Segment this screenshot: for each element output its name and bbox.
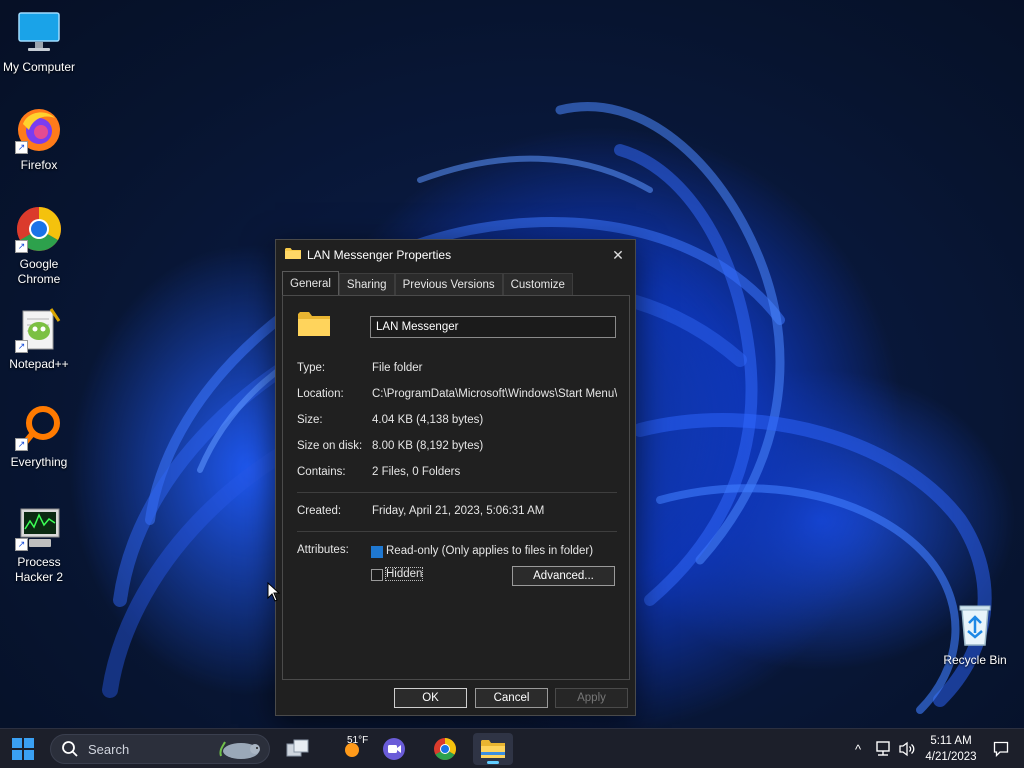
created-value: Friday, April 21, 2023, 5:06:31 AM xyxy=(372,505,545,517)
desktop-icon-label: Google Chrome xyxy=(17,257,61,286)
file-explorer-icon xyxy=(481,740,505,758)
readonly-checkbox[interactable] xyxy=(371,546,383,558)
network-icon xyxy=(876,741,890,756)
dialog-title-bar[interactable]: LAN Messenger Properties xyxy=(276,240,635,270)
general-tab-panel: Type: File folder Location: C:\ProgramData… xyxy=(282,295,630,680)
desktop-icon-google-chrome[interactable]: ↗ Google Chrome xyxy=(0,205,78,287)
desktop-icon-label: Process Hacker 2 xyxy=(14,555,64,584)
separator xyxy=(297,531,617,532)
monitor-icon xyxy=(15,8,63,56)
windows-logo-icon xyxy=(12,738,34,760)
desktop-icon-process-hacker[interactable]: ↗ Process Hacker 2 xyxy=(0,503,78,585)
desktop-icon-label: Firefox xyxy=(20,158,58,172)
tab-general[interactable]: General xyxy=(282,271,339,295)
taskbar-search[interactable]: Search xyxy=(50,734,270,764)
notepadpp-icon: ↗ xyxy=(15,305,63,353)
contains-value: 2 Files, 0 Folders xyxy=(372,466,461,478)
desktop-icon-everything[interactable]: ↗ Everything xyxy=(0,403,78,470)
hidden-checkbox[interactable] xyxy=(371,569,383,581)
size-value: 4.04 KB (4,138 bytes) xyxy=(372,414,484,426)
notifications-button[interactable] xyxy=(990,729,1012,768)
clock-date: 4/21/2023 xyxy=(925,751,977,763)
properties-dialog: LAN Messenger Properties ✕ General Shari… xyxy=(275,239,636,716)
speaker-icon xyxy=(899,741,915,757)
firefox-icon: ↗ xyxy=(15,106,63,154)
taskbar-chrome[interactable] xyxy=(425,733,465,765)
chrome-icon xyxy=(434,738,456,760)
volume-button[interactable] xyxy=(896,729,918,768)
shortcut-arrow-icon: ↗ xyxy=(15,141,28,154)
chrome-icon: ↗ xyxy=(15,205,63,253)
task-view-button[interactable] xyxy=(278,733,318,765)
size-on-disk-row: Size on disk: 8.00 KB (8,192 bytes) xyxy=(297,440,617,452)
clock-time: 5:11 AM xyxy=(930,735,972,747)
apply-button[interactable]: Apply xyxy=(555,688,628,708)
folder-icon xyxy=(285,247,301,263)
created-label: Created: xyxy=(297,505,342,517)
everything-search-icon: ↗ xyxy=(15,403,63,451)
type-row: Type: File folder xyxy=(297,362,617,374)
size-on-disk-label: Size on disk: xyxy=(297,440,363,452)
dialog-title: LAN Messenger Properties xyxy=(307,248,452,262)
type-label: Type: xyxy=(297,362,326,374)
contains-label: Contains: xyxy=(297,466,346,478)
start-button[interactable] xyxy=(3,733,43,765)
mouse-cursor-icon xyxy=(267,582,281,602)
shortcut-arrow-icon: ↗ xyxy=(15,438,28,451)
attributes-row: Attributes: xyxy=(297,544,372,556)
size-row: Size: 4.04 KB (4,138 bytes) xyxy=(297,414,617,426)
desktop-icon-label: Notepad++ xyxy=(9,357,69,371)
ok-button[interactable]: OK xyxy=(394,688,467,708)
desktop-icon-label: Everything xyxy=(10,455,68,469)
desktop-icon-notepadpp[interactable]: ↗ Notepad++ xyxy=(0,305,78,372)
recycle-bin-icon xyxy=(951,601,999,649)
readonly-label[interactable]: Read-only (Only applies to files in fold… xyxy=(386,545,593,557)
chat-video-icon xyxy=(383,738,405,760)
network-button[interactable] xyxy=(872,729,894,768)
tray-overflow-button[interactable]: ^ xyxy=(848,729,868,768)
attributes-label: Attributes: xyxy=(297,544,349,556)
tab-customize[interactable]: Customize xyxy=(502,273,573,295)
task-view-icon xyxy=(286,739,309,757)
folder-name-input[interactable] xyxy=(370,316,616,338)
size-label: Size: xyxy=(297,414,323,426)
taskbar: Search 51°F ^ 5:11 AM 4/21/2023 xyxy=(0,728,1024,768)
hidden-label[interactable]: Hidden xyxy=(384,567,424,581)
desktop-icon-my-computer[interactable]: My Computer xyxy=(0,8,78,75)
taskbar-clock[interactable]: 5:11 AM 4/21/2023 xyxy=(918,733,984,765)
tab-strip: General Sharing Previous Versions Custom… xyxy=(282,271,573,295)
process-hacker-icon: ↗ xyxy=(15,503,63,551)
created-row: Created: Friday, April 21, 2023, 5:06:31 … xyxy=(297,505,617,517)
manatee-illustration-icon xyxy=(219,741,260,759)
type-value: File folder xyxy=(372,362,423,374)
shortcut-arrow-icon: ↗ xyxy=(15,240,28,253)
shortcut-arrow-icon: ↗ xyxy=(15,538,28,551)
search-placeholder: Search xyxy=(88,741,130,757)
size-on-disk-value: 8.00 KB (8,192 bytes) xyxy=(372,440,484,452)
tab-sharing[interactable]: Sharing xyxy=(338,273,395,295)
close-button[interactable]: ✕ xyxy=(607,244,629,266)
notification-icon xyxy=(993,741,1009,757)
tab-previous-versions[interactable]: Previous Versions xyxy=(394,273,503,295)
desktop-icon-label: My Computer xyxy=(2,60,76,74)
search-icon xyxy=(62,741,78,757)
weather-temperature: 51°F xyxy=(347,735,369,746)
advanced-button[interactable]: Advanced... xyxy=(512,566,615,586)
weather-widget[interactable]: 51°F xyxy=(330,733,374,765)
desktop-icon-label: Recycle Bin xyxy=(943,653,1007,667)
desktop-icon-firefox[interactable]: ↗ Firefox xyxy=(0,106,78,173)
close-icon: ✕ xyxy=(612,246,624,263)
chevron-up-icon: ^ xyxy=(854,741,862,757)
separator xyxy=(297,492,617,493)
shortcut-arrow-icon: ↗ xyxy=(15,340,28,353)
large-folder-icon xyxy=(298,311,330,340)
cancel-button[interactable]: Cancel xyxy=(475,688,548,708)
location-row: Location: C:\ProgramData\Microsoft\Window… xyxy=(297,388,617,400)
teams-chat-button[interactable] xyxy=(374,733,414,765)
taskbar-file-explorer[interactable] xyxy=(473,733,513,765)
location-label: Location: xyxy=(297,388,344,400)
contains-row: Contains: 2 Files, 0 Folders xyxy=(297,466,617,478)
location-value[interactable]: C:\ProgramData\Microsoft\Windows\Start M… xyxy=(372,388,617,400)
desktop-icon-recycle-bin[interactable]: Recycle Bin xyxy=(936,601,1014,668)
